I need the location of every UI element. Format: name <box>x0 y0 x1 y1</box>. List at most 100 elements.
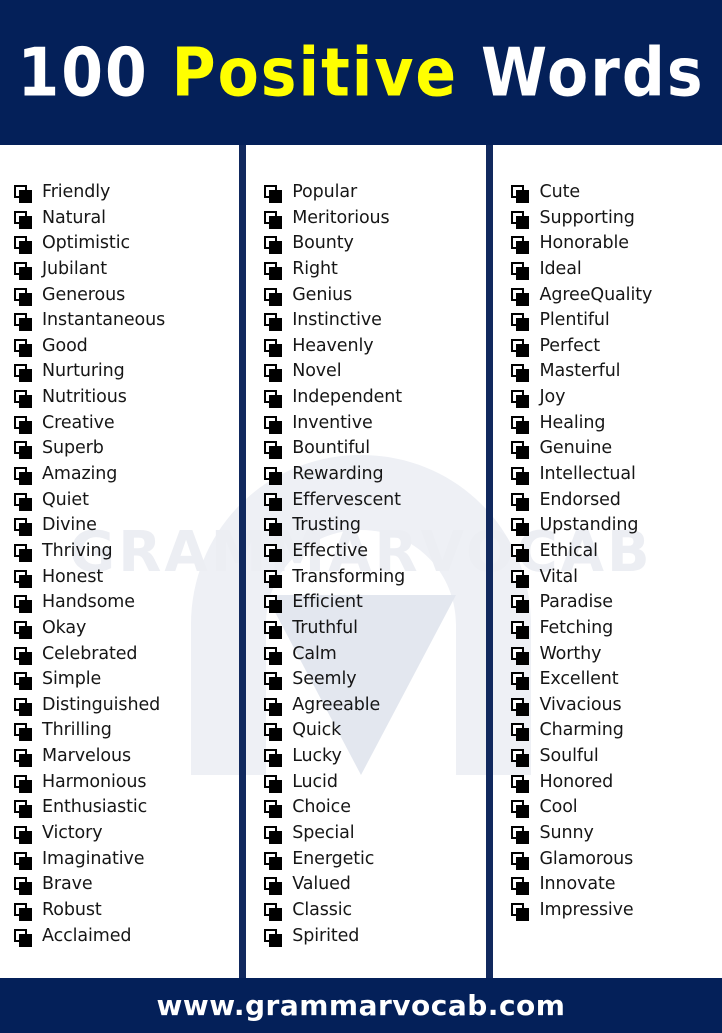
word-item[interactable]: Plentiful <box>511 308 722 334</box>
checkbox-icon[interactable] <box>264 646 283 665</box>
checkbox-icon[interactable] <box>14 723 32 742</box>
checkbox-icon[interactable] <box>511 774 530 793</box>
word-item[interactable]: Honorable <box>511 231 722 257</box>
checkbox-icon[interactable] <box>264 697 283 716</box>
word-item[interactable]: Lucky <box>264 744 486 770</box>
word-item[interactable]: Cute <box>511 180 722 206</box>
word-item[interactable]: Honored <box>511 770 722 796</box>
checkbox-icon[interactable] <box>264 800 283 819</box>
checkbox-icon[interactable] <box>14 492 32 511</box>
checkbox-icon[interactable] <box>14 338 32 357</box>
checkbox-icon[interactable] <box>14 928 32 947</box>
word-item[interactable]: Instinctive <box>264 308 486 334</box>
checkbox-icon[interactable] <box>14 672 32 691</box>
word-item[interactable]: Good <box>14 334 239 360</box>
word-item[interactable]: Bounty <box>264 231 486 257</box>
word-item[interactable]: Ideal <box>511 257 722 283</box>
checkbox-icon[interactable] <box>511 338 530 357</box>
word-item[interactable]: Vital <box>511 565 722 591</box>
checkbox-icon[interactable] <box>511 851 530 870</box>
checkbox-icon[interactable] <box>14 364 32 383</box>
checkbox-icon[interactable] <box>264 467 283 486</box>
word-item[interactable]: Transforming <box>264 565 486 591</box>
checkbox-icon[interactable] <box>14 390 32 409</box>
checkbox-icon[interactable] <box>511 210 530 229</box>
checkbox-icon[interactable] <box>511 415 530 434</box>
word-item[interactable]: Handsome <box>14 590 239 616</box>
word-item[interactable]: Distinguished <box>14 693 239 719</box>
checkbox-icon[interactable] <box>511 236 530 255</box>
checkbox-icon[interactable] <box>14 210 32 229</box>
word-item[interactable]: Excellent <box>511 667 722 693</box>
checkbox-icon[interactable] <box>511 185 530 203</box>
checkbox-icon[interactable] <box>264 543 283 562</box>
checkbox-icon[interactable] <box>511 646 530 665</box>
checkbox-icon[interactable] <box>264 236 283 255</box>
checkbox-icon[interactable] <box>14 646 32 665</box>
checkbox-icon[interactable] <box>14 236 32 255</box>
checkbox-icon[interactable] <box>511 287 530 306</box>
checkbox-icon[interactable] <box>511 595 530 614</box>
checkbox-icon[interactable] <box>14 415 32 434</box>
checkbox-icon[interactable] <box>14 826 32 845</box>
word-item[interactable]: Creative <box>14 411 239 437</box>
word-item[interactable]: Fetching <box>511 616 722 642</box>
checkbox-icon[interactable] <box>264 672 283 691</box>
checkbox-icon[interactable] <box>14 287 32 306</box>
word-item[interactable]: Novel <box>264 359 486 385</box>
word-item[interactable]: Quiet <box>14 488 239 514</box>
checkbox-icon[interactable] <box>264 595 283 614</box>
checkbox-icon[interactable] <box>511 826 530 845</box>
checkbox-icon[interactable] <box>511 902 530 921</box>
checkbox-icon[interactable] <box>511 364 530 383</box>
checkbox-icon[interactable] <box>264 441 283 460</box>
word-item[interactable]: Effective <box>264 539 486 565</box>
checkbox-icon[interactable] <box>264 185 283 203</box>
word-item[interactable]: Endorsed <box>511 488 722 514</box>
word-item[interactable]: Upstanding <box>511 513 722 539</box>
checkbox-icon[interactable] <box>511 723 530 742</box>
checkbox-icon[interactable] <box>511 518 530 537</box>
checkbox-icon[interactable] <box>14 313 32 332</box>
word-item[interactable]: Joy <box>511 385 722 411</box>
word-item[interactable]: Superb <box>14 436 239 462</box>
checkbox-icon[interactable] <box>264 877 283 896</box>
word-item[interactable]: Enthusiastic <box>14 795 239 821</box>
checkbox-icon[interactable] <box>14 441 32 460</box>
checkbox-icon[interactable] <box>511 569 530 588</box>
checkbox-icon[interactable] <box>14 620 32 639</box>
checkbox-icon[interactable] <box>264 826 283 845</box>
checkbox-icon[interactable] <box>14 185 32 203</box>
word-item[interactable]: Friendly <box>14 180 239 206</box>
word-item[interactable]: Cool <box>511 795 722 821</box>
word-item[interactable]: AgreeQuality <box>511 283 722 309</box>
word-item[interactable]: Charming <box>511 718 722 744</box>
checkbox-icon[interactable] <box>511 543 530 562</box>
word-item[interactable]: Brave <box>14 872 239 898</box>
checkbox-icon[interactable] <box>511 697 530 716</box>
word-item[interactable]: Glamorous <box>511 847 722 873</box>
word-item[interactable]: Soulful <box>511 744 722 770</box>
word-item[interactable]: Independent <box>264 385 486 411</box>
checkbox-icon[interactable] <box>14 595 32 614</box>
checkbox-icon[interactable] <box>264 928 283 947</box>
checkbox-icon[interactable] <box>511 620 530 639</box>
word-item[interactable]: Efficient <box>264 590 486 616</box>
checkbox-icon[interactable] <box>14 851 32 870</box>
checkbox-icon[interactable] <box>264 518 283 537</box>
word-item[interactable]: Healing <box>511 411 722 437</box>
word-item[interactable]: Amazing <box>14 462 239 488</box>
word-item[interactable]: Paradise <box>511 590 722 616</box>
word-item[interactable]: Valued <box>264 872 486 898</box>
word-item[interactable]: Jubilant <box>14 257 239 283</box>
word-item[interactable]: Perfect <box>511 334 722 360</box>
checkbox-icon[interactable] <box>511 313 530 332</box>
checkbox-icon[interactable] <box>14 518 32 537</box>
word-item[interactable]: Agreeable <box>264 693 486 719</box>
word-item[interactable]: Intellectual <box>511 462 722 488</box>
word-item[interactable]: Nutritious <box>14 385 239 411</box>
word-item[interactable]: Heavenly <box>264 334 486 360</box>
word-item[interactable]: Lucid <box>264 770 486 796</box>
checkbox-icon[interactable] <box>14 774 32 793</box>
word-item[interactable]: Seemly <box>264 667 486 693</box>
